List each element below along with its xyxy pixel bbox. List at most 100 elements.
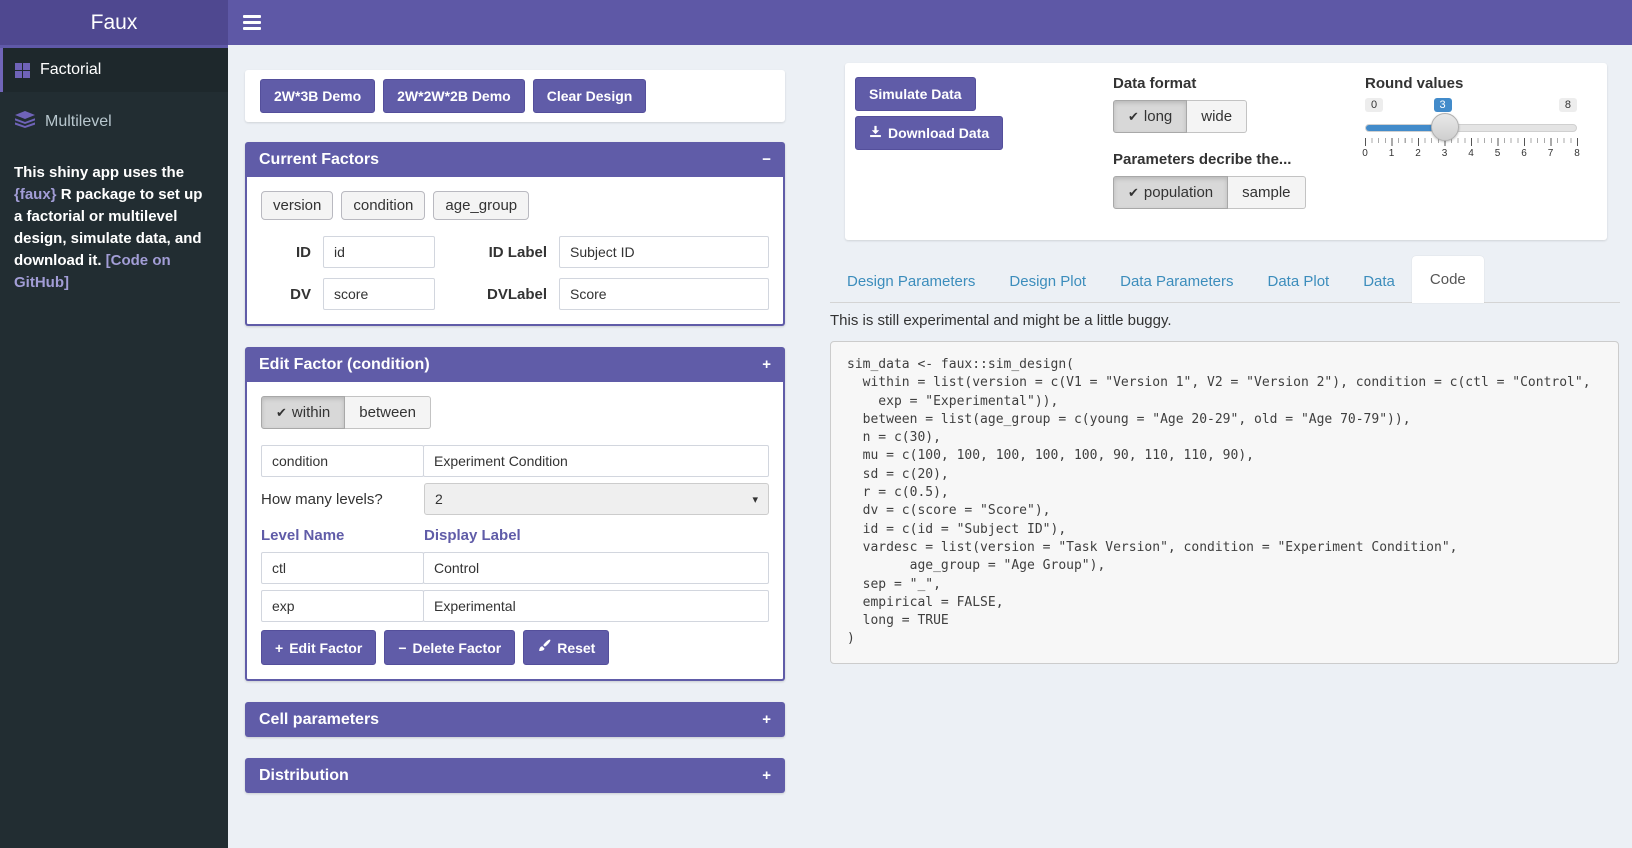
within-toggle[interactable]: ✔ within [261, 396, 345, 429]
tab-data-plot[interactable]: Data Plot [1251, 261, 1347, 302]
simulate-card: Simulate Data Download Data Data format … [845, 63, 1607, 240]
paint-brush-icon [537, 639, 551, 656]
factor-display-field[interactable] [423, 445, 769, 477]
tick-label: 0 [1359, 148, 1371, 159]
tab-design-plot[interactable]: Design Plot [992, 261, 1103, 302]
distribution-header[interactable]: Distribution + [245, 758, 785, 793]
tab-data-parameters[interactable]: Data Parameters [1103, 261, 1250, 302]
clear-design-button[interactable]: Clear Design [533, 79, 647, 113]
toggle-label: wide [1201, 108, 1232, 125]
hamburger-icon [243, 27, 261, 30]
tick-label: 6 [1518, 148, 1530, 159]
button-label: Edit Factor [289, 640, 362, 656]
id-field[interactable] [323, 236, 435, 268]
params-describe-toggle: ✔ population sample [1113, 176, 1306, 209]
current-factors-body: version condition age_group ID ID Label … [245, 177, 785, 326]
edit-factor-header[interactable]: Edit Factor (condition) + [245, 347, 785, 382]
button-label: Delete Factor [413, 640, 502, 656]
faux-package-link[interactable]: {faux} [14, 186, 57, 203]
level-name-field[interactable] [261, 590, 424, 622]
display-label-header: Display Label [424, 527, 769, 544]
population-toggle[interactable]: ✔ population [1113, 176, 1228, 209]
panel-title: Distribution [259, 767, 349, 785]
wide-toggle[interactable]: wide [1187, 100, 1247, 133]
levels-count-select[interactable]: 2 ▾ [424, 483, 769, 515]
level-label-field[interactable] [423, 552, 769, 584]
long-toggle[interactable]: ✔ long [1113, 100, 1187, 133]
tab-data[interactable]: Data [1346, 261, 1412, 302]
download-data-button[interactable]: Download Data [855, 116, 1003, 150]
demo-2w3b-button[interactable]: 2W*3B Demo [260, 79, 375, 113]
panel-title: Current Factors [259, 151, 379, 169]
collapse-minus-icon[interactable]: − [762, 151, 771, 168]
factor-tag-age-group[interactable]: age_group [433, 191, 529, 220]
id-label-label: ID Label [447, 244, 547, 261]
tab-design-parameters[interactable]: Design Parameters [830, 261, 992, 302]
sidebar-toggle-button[interactable] [228, 0, 276, 45]
level-row [261, 590, 769, 622]
reset-button[interactable]: Reset [523, 630, 609, 665]
demo-2w2w2b-button[interactable]: 2W*2W*2B Demo [383, 79, 525, 113]
dv-field[interactable] [323, 278, 435, 310]
distribution-panel: Distribution + [245, 758, 785, 793]
generated-code-block: sim_data <- faux::sim_design( within = l… [830, 341, 1619, 664]
toggle-label: between [359, 404, 416, 421]
slider-min-badge: 0 [1365, 98, 1383, 112]
top-navbar: Faux [0, 0, 1632, 45]
levels-question-label: How many levels? [261, 491, 424, 508]
level-name-field[interactable] [261, 552, 424, 584]
params-describe-label: Parameters decribe the... [1113, 151, 1306, 168]
between-toggle[interactable]: between [345, 396, 431, 429]
slider-major-ticks [1365, 138, 1578, 146]
chevron-down-icon: ▾ [752, 493, 758, 506]
hamburger-icon [243, 15, 261, 18]
data-format-toggle: ✔ long wide [1113, 100, 1247, 133]
collapse-plus-icon[interactable]: + [762, 356, 771, 373]
factor-name-field[interactable] [261, 445, 424, 477]
collapse-plus-icon[interactable]: + [762, 711, 771, 728]
edit-factor-button[interactable]: + Edit Factor [261, 630, 376, 665]
output-tabs-area: Design Parameters Design Plot Data Param… [830, 253, 1620, 664]
collapse-plus-icon[interactable]: + [762, 767, 771, 784]
grid-icon [15, 63, 30, 78]
slider-track[interactable] [1365, 124, 1577, 132]
plus-icon: + [275, 640, 283, 656]
delete-factor-button[interactable]: − Delete Factor [384, 630, 515, 665]
check-icon: ✔ [1128, 185, 1139, 201]
toggle-label: sample [1242, 184, 1290, 201]
cell-parameters-header[interactable]: Cell parameters + [245, 702, 785, 737]
dv-label-label: DVLabel [447, 286, 547, 303]
format-options: Data format ✔ long wide Parameters decri… [1113, 75, 1306, 227]
current-factors-header[interactable]: Current Factors − [245, 142, 785, 177]
button-label: Download Data [888, 125, 989, 141]
toggle-label: long [1144, 108, 1172, 125]
tab-code[interactable]: Code [1412, 256, 1484, 303]
factor-tag-version[interactable]: version [261, 191, 333, 220]
sidebar-item-multilevel[interactable]: Multilevel [0, 100, 228, 144]
tick-label: 3 [1439, 148, 1451, 159]
sidebar-item-factorial[interactable]: Factorial [0, 48, 228, 92]
round-values-label: Round values [1365, 75, 1590, 92]
level-label-field[interactable] [423, 590, 769, 622]
id-label-field[interactable] [559, 236, 769, 268]
slider-max-badge: 8 [1559, 98, 1577, 112]
simulate-data-button[interactable]: Simulate Data [855, 77, 976, 111]
toggle-label: within [292, 404, 330, 421]
panel-title: Cell parameters [259, 711, 379, 729]
levels-count-row: How many levels? 2 ▾ [261, 483, 769, 515]
sidebar-item-label: Multilevel [45, 113, 112, 131]
tick-label: 4 [1465, 148, 1477, 159]
slider-value-badge[interactable]: 3 [1434, 98, 1452, 112]
minus-icon: − [398, 640, 406, 656]
factor-tag-condition[interactable]: condition [341, 191, 425, 220]
sample-toggle[interactable]: sample [1228, 176, 1305, 209]
download-icon [869, 125, 882, 141]
sidebar: Factorial Multilevel This shiny app uses… [0, 45, 228, 848]
description-text: This shiny app uses the [14, 164, 184, 181]
sidebar-item-label: Factorial [40, 61, 101, 79]
slider-handle[interactable] [1431, 113, 1459, 141]
experimental-note: This is still experimental and might be … [830, 312, 1620, 329]
app-logo: Faux [0, 0, 228, 45]
button-label: Reset [557, 640, 595, 656]
dv-label-field[interactable] [559, 278, 769, 310]
